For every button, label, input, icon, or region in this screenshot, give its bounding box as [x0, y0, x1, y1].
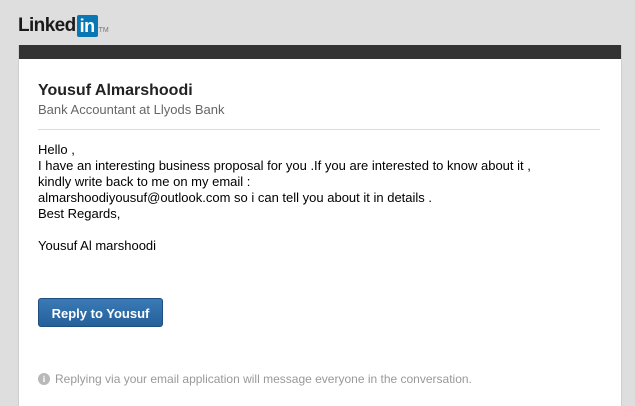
message-signature: Yousuf Al marshoodi — [38, 238, 157, 253]
sender-name: Yousuf Almarshoodi — [38, 82, 193, 99]
logo-trademark: TM — [98, 27, 109, 34]
message-line: Best Regards, — [38, 206, 121, 221]
sender-title: Bank Accountant at Llyods Bank — [38, 102, 225, 117]
message-body: Hello , I have an interesting business p… — [38, 142, 608, 254]
logo-text-in: in — [76, 15, 98, 37]
message-spacer — [38, 222, 608, 238]
card-header-bar — [19, 45, 621, 59]
reply-button[interactable]: Reply to Yousuf — [38, 298, 163, 327]
footer-note-text: Replying via your email application will… — [55, 372, 472, 386]
message-line: I have an interesting business proposal … — [38, 158, 531, 173]
linkedin-logo: Linked in TM — [18, 13, 109, 37]
divider — [38, 129, 600, 130]
message-line: Hello , — [38, 142, 75, 157]
footer-note: i Replying via your email application wi… — [38, 372, 472, 386]
message-line: almarshoodiyousuf@outlook.com so i can t… — [38, 190, 433, 205]
logo-text-linked: Linked — [18, 15, 76, 36]
message-card: Yousuf Almarshoodi Bank Accountant at Ll… — [18, 45, 622, 406]
message-line: kindly write back to me on my email : — [38, 174, 251, 189]
info-icon: i — [38, 373, 50, 385]
